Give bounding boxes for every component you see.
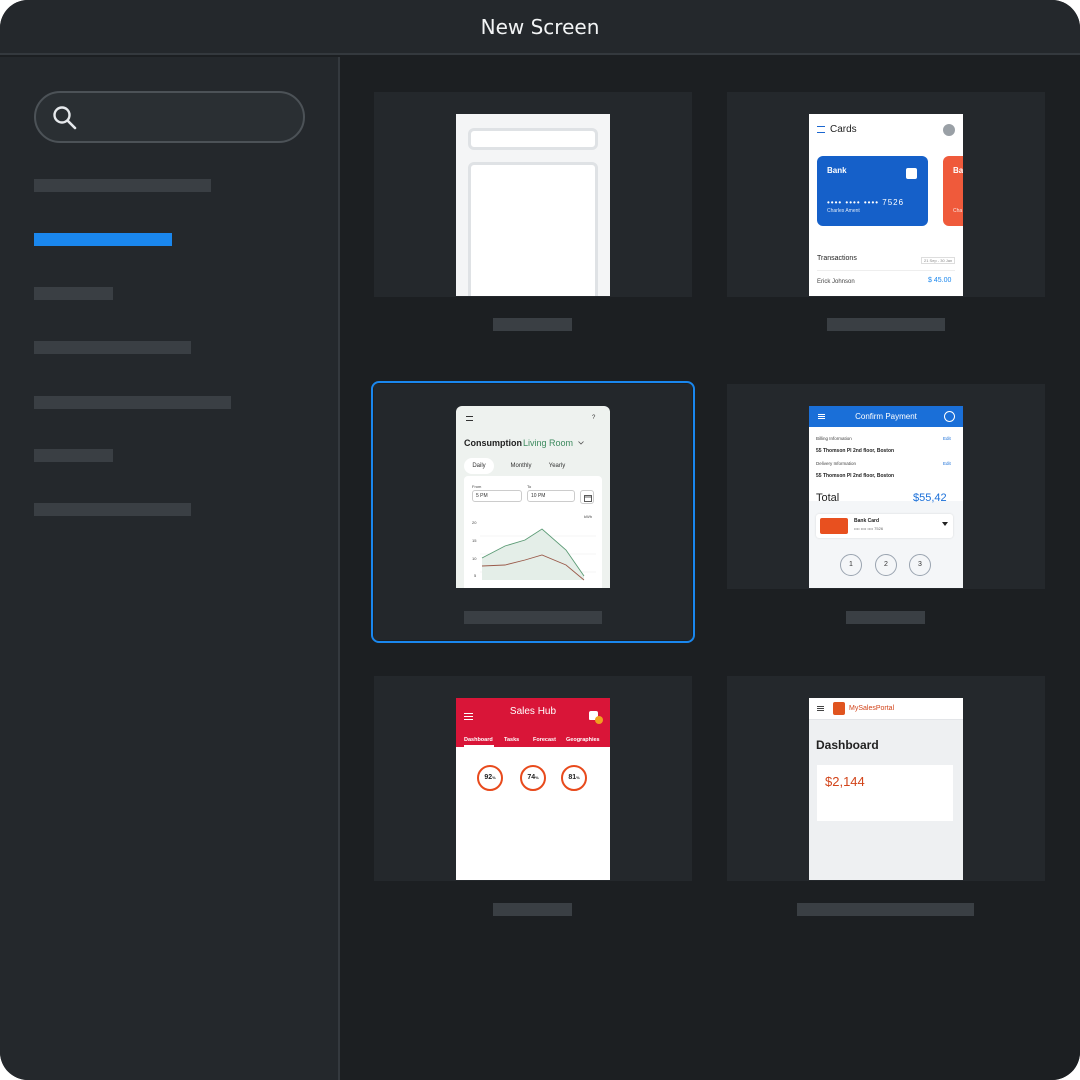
selected-card: Bank Card •••• •••• •••• 7526: [816, 514, 953, 538]
sidebar-item-7[interactable]: [34, 503, 191, 516]
sales-hub-title: Sales Hub: [509, 706, 557, 717]
payment-header: Confirm Payment: [809, 406, 963, 427]
portal-logo-icon: [833, 702, 845, 715]
transaction-amount: $ 45.00: [928, 277, 952, 284]
tab-dashboard: Dashboard: [464, 737, 493, 743]
window-title: New Screen: [480, 14, 600, 39]
ring-unit-2: %: [535, 775, 539, 780]
sidebar-item-4[interactable]: [34, 341, 191, 354]
selected-template-outline: [371, 381, 695, 643]
template-caption-sales-portal: [797, 903, 974, 916]
card-owner: Charles Ament: [827, 208, 860, 214]
tab-forecast: Forecast: [533, 737, 556, 743]
template-caption-blank: [493, 318, 572, 331]
card-owner-secondary: Cha: [953, 208, 963, 214]
step-3: 3: [909, 554, 931, 576]
ring-unit-3: %: [576, 775, 580, 780]
delivery-address: 55 Thomson Pl 2nd floor, Boston: [816, 473, 895, 479]
delivery-label: Delivery Information: [816, 461, 857, 466]
card-image: [820, 518, 848, 534]
tab-tasks: Tasks: [504, 737, 520, 743]
billing-address: 55 Thomson Pl 2nd floor, Boston: [816, 448, 895, 454]
sidebar-item-5[interactable]: [34, 396, 231, 409]
kpi-value: $2,144: [825, 774, 865, 789]
search-icon: [53, 106, 77, 130]
tab-geographies: Geographies: [566, 737, 600, 743]
bank-name-secondary: Ba: [953, 166, 963, 175]
step-1: 1: [840, 554, 862, 576]
card-number: •••• •••• •••• 7526: [827, 198, 905, 207]
delivery-edit-link: Edit: [943, 461, 951, 466]
payment-info: Billing Information Edit 55 Thomson Pl 2…: [809, 427, 963, 501]
billing-edit-link: Edit: [943, 436, 951, 441]
search-box[interactable]: [34, 91, 305, 143]
progress-ring-1: 92%: [477, 765, 503, 791]
new-screen-dialog: New Screen Cards Bank •••• •••• •••• 752…: [0, 0, 1080, 1080]
placeholder-body-block: [468, 162, 598, 296]
progress-ring-3: 81%: [561, 765, 587, 791]
template-caption-cards: [827, 318, 945, 331]
card-number: •••• •••• •••• 7526: [854, 526, 884, 531]
bank-name: Bank: [827, 166, 847, 175]
step-2: 2: [875, 554, 897, 576]
billing-label: Billing Information: [816, 436, 852, 441]
portal-header: MySalesPortal: [809, 698, 963, 720]
sidebar-item-6[interactable]: [34, 449, 113, 462]
active-tab-indicator: [464, 745, 494, 747]
search-input[interactable]: [88, 101, 288, 133]
notification-badge: [595, 716, 603, 724]
ring-value-1: 92: [484, 774, 493, 781]
date-range: 21 Sep - 30 Jan: [921, 257, 956, 264]
sidebar: [0, 57, 340, 1080]
sidebar-item-1[interactable]: [34, 179, 211, 192]
avatar: [943, 124, 955, 136]
template-thumbnail-sales-hub: Sales Hub Dashboard Tasks Forecast Geogr…: [456, 698, 610, 880]
dropdown-arrow-icon: [942, 522, 948, 526]
card-name: Bank Card: [854, 518, 880, 524]
menu-icon: [817, 706, 824, 711]
ring-unit-1: %: [492, 775, 496, 780]
sidebar-item-3[interactable]: [34, 287, 113, 300]
title-bar: New Screen: [0, 0, 1080, 55]
divider: [817, 270, 955, 271]
status-circle-icon: [944, 411, 955, 422]
ring-value-2: 74: [527, 774, 536, 781]
transactions-label: Transactions: [817, 255, 857, 262]
menu-icon: [817, 126, 825, 133]
cards-title: Cards: [830, 124, 857, 135]
dashboard-title: Dashboard: [816, 738, 879, 752]
sidebar-item-2-active[interactable]: [34, 233, 172, 246]
bank-card: Bank •••• •••• •••• 7526 Charles Ament: [817, 156, 928, 226]
template-thumbnail-cards: Cards Bank •••• •••• •••• 7526 Charles A…: [809, 114, 963, 296]
total-amount: $55,42: [913, 492, 947, 504]
template-thumbnail-sales-portal: MySalesPortal Dashboard $2,144: [809, 698, 963, 880]
placeholder-header-block: [468, 128, 598, 150]
template-caption-payment: [846, 611, 925, 624]
kpi-card: $2,144: [817, 765, 953, 821]
template-caption-sales-hub: [493, 903, 572, 916]
ring-value-3: 81: [568, 774, 577, 781]
payment-title: Confirm Payment: [855, 412, 917, 421]
template-thumbnail-payment: Confirm Payment Billing Information Edit…: [809, 406, 963, 588]
total-label: Total: [816, 492, 840, 504]
portal-app-name: MySalesPortal: [849, 705, 895, 712]
transaction-name: Erick Johnson: [817, 279, 855, 285]
card-chip-icon: [906, 168, 917, 179]
sales-hub-header: Sales Hub Dashboard Tasks Forecast Geogr…: [456, 698, 610, 747]
progress-ring-2: 74%: [520, 765, 546, 791]
template-thumbnail-blank: [456, 114, 610, 296]
bank-card-secondary: Ba Cha: [943, 156, 963, 226]
